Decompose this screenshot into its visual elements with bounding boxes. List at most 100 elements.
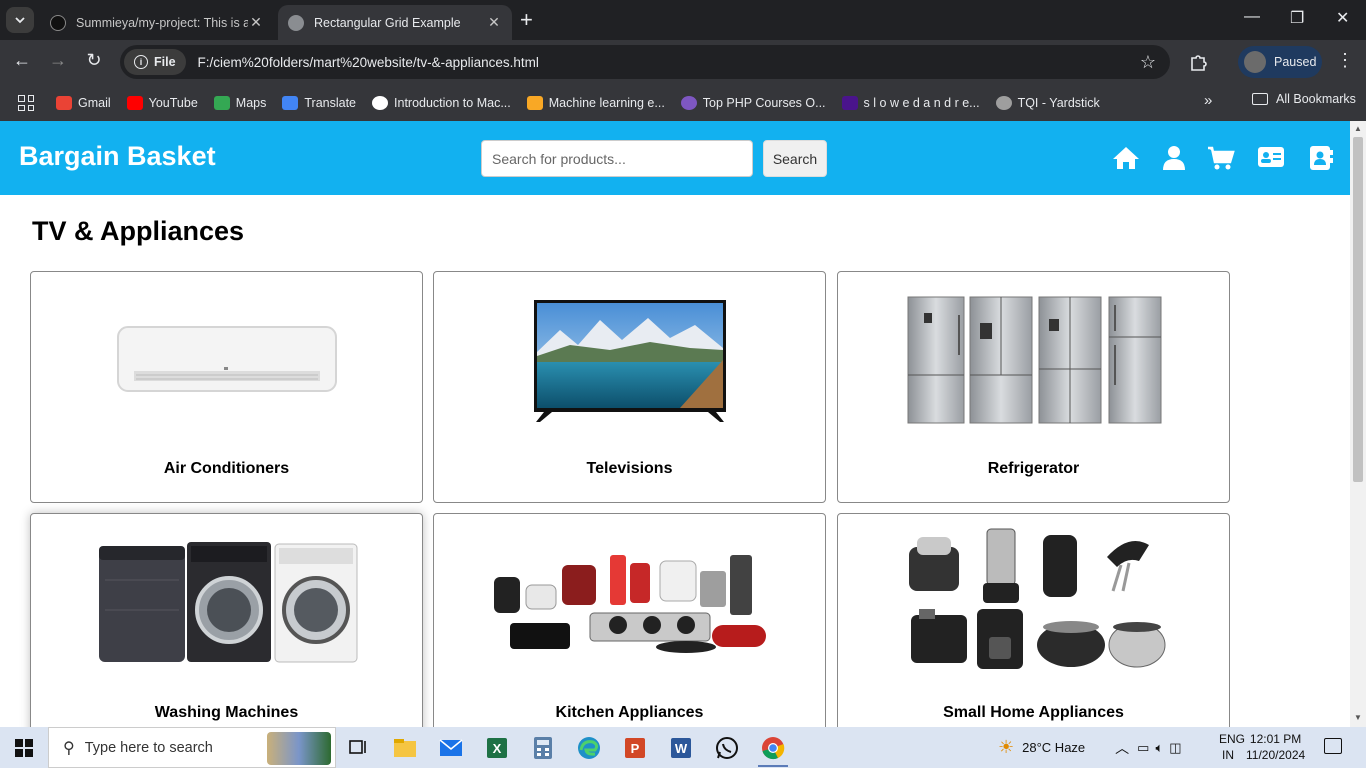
close-tab-icon[interactable]: ✕ <box>486 14 502 31</box>
clock[interactable]: 12:01 PM 11/20/2024 <box>1246 731 1305 763</box>
network-icon[interactable]: ◫ <box>1169 740 1181 756</box>
category-card-televisions[interactable]: Televisions <box>433 271 826 503</box>
extensions-icon[interactable] <box>1188 52 1208 72</box>
bookmark-gmail[interactable]: Gmail <box>56 96 111 110</box>
powerpoint-icon[interactable]: P <box>612 727 658 768</box>
active-app-indicator <box>758 765 788 767</box>
windows-taskbar: ⚲ Type here to search X P W ☀ 28°C Haze … <box>0 727 1366 768</box>
apps-grid-icon[interactable] <box>18 95 34 111</box>
volume-icon[interactable]: 🔈︎ <box>1155 740 1163 756</box>
taskbar-search-box[interactable]: ⚲ Type here to search <box>48 727 336 768</box>
restore-icon[interactable]: ❐ <box>1290 8 1304 28</box>
category-card-refrigerator[interactable]: Refrigerator <box>837 271 1230 503</box>
kitchen-appliances-image <box>434 514 825 689</box>
profile-button[interactable]: Paused <box>1238 46 1322 78</box>
contact-book-icon[interactable] <box>1308 145 1336 171</box>
address-bar[interactable]: i File F:/ciem%20folders/mart%20website/… <box>120 45 1170 79</box>
site-logo[interactable]: Bargain Basket <box>19 141 216 172</box>
page-scrollbar[interactable]: ▲ ▼ <box>1350 121 1366 727</box>
bookmark-translate[interactable]: Translate <box>282 96 356 110</box>
svg-text:W: W <box>675 741 688 756</box>
bookmark-php-courses[interactable]: Top PHP Courses O... <box>680 96 826 110</box>
bookmark-slowed[interactable]: s l o w e d a n d r e... <box>841 96 980 110</box>
chrome-icon[interactable] <box>750 727 796 768</box>
bookmark-label: TQI - Yardstick <box>1017 96 1100 110</box>
avatar <box>1244 51 1266 73</box>
tab-strip: Summieya/my-project: This is a ✕ Rectang… <box>0 0 1366 40</box>
udemy-icon <box>680 96 697 110</box>
bookmark-youtube[interactable]: YouTube <box>126 96 198 110</box>
user-icon[interactable] <box>1161 145 1189 171</box>
back-icon[interactable]: ← <box>10 50 34 71</box>
menu-icon[interactable]: ⋮ <box>1336 50 1354 71</box>
home-icon[interactable] <box>1112 145 1140 171</box>
translate-icon <box>282 96 299 110</box>
close-window-icon[interactable]: ✕ <box>1336 8 1349 28</box>
category-label: Small Home Appliances <box>943 704 1124 721</box>
category-label: Kitchen Appliances <box>555 704 704 721</box>
scroll-down-arrow-icon[interactable]: ▼ <box>1354 713 1362 722</box>
reload-icon[interactable]: ↻ <box>82 50 106 71</box>
bookmark-maps[interactable]: Maps <box>213 96 266 110</box>
web-page: Bargain Basket Search TV & Appliances <box>0 121 1350 727</box>
url-text[interactable]: F:/ciem%20folders/mart%20website/tv-&-ap… <box>198 55 1140 70</box>
weather-text[interactable]: 28°C Haze <box>1022 740 1085 755</box>
close-tab-icon[interactable]: ✕ <box>248 14 264 31</box>
category-card-air-conditioners[interactable]: Air Conditioners <box>30 271 423 503</box>
category-label: Televisions <box>586 460 673 477</box>
all-bookmarks-label: All Bookmarks <box>1276 92 1356 106</box>
id-card-icon[interactable] <box>1257 145 1285 171</box>
search-button[interactable]: Search <box>763 140 827 177</box>
mail-icon[interactable] <box>428 727 474 768</box>
scrollbar-thumb[interactable] <box>1353 137 1363 482</box>
bookmark-label: s l o w e d a n d r e... <box>863 96 980 110</box>
browser-chrome: Summieya/my-project: This is a ✕ Rectang… <box>0 0 1366 121</box>
tab-github[interactable]: Summieya/my-project: This is a ✕ <box>40 5 274 40</box>
category-card-washing-machines[interactable]: Washing Machines <box>30 513 423 727</box>
battery-icon[interactable]: ▭ <box>1137 740 1149 756</box>
file-explorer-icon[interactable] <box>382 727 428 768</box>
notification-icon[interactable] <box>1324 738 1342 754</box>
site-info-chip[interactable]: i File <box>124 49 186 75</box>
bookmark-ml-e[interactable]: Machine learning e... <box>526 96 665 110</box>
air-conditioner-image <box>31 272 422 447</box>
edge-icon[interactable] <box>566 727 612 768</box>
chevron-up-icon[interactable]: ︿ <box>1115 738 1129 758</box>
scroll-up-arrow-icon[interactable]: ▲ <box>1354 124 1362 133</box>
washing-machine-image <box>31 514 422 689</box>
all-bookmarks-button[interactable]: All Bookmarks <box>1252 92 1356 106</box>
search-input[interactable] <box>481 140 753 177</box>
new-tab-button[interactable]: + <box>520 8 533 32</box>
forward-icon[interactable]: → <box>46 50 70 71</box>
category-card-kitchen-appliances[interactable]: Kitchen Appliances <box>433 513 826 727</box>
input-language[interactable]: ENG IN <box>1219 731 1245 763</box>
minimize-icon[interactable]: — <box>1244 8 1260 26</box>
category-card-small-home-appliances[interactable]: Small Home Appliances <box>837 513 1230 727</box>
excel-icon[interactable]: X <box>474 727 520 768</box>
word-icon[interactable]: W <box>658 727 704 768</box>
cart-icon[interactable] <box>1207 145 1235 171</box>
weather-icon[interactable]: ☀ <box>998 737 1014 758</box>
television-image <box>434 272 825 447</box>
task-view-icon[interactable] <box>336 727 382 768</box>
tab-rectangular-grid[interactable]: Rectangular Grid Example ✕ <box>278 5 512 40</box>
tab-search-button[interactable] <box>6 7 34 33</box>
file-chip-label: File <box>154 55 176 69</box>
more-bookmarks-icon[interactable]: » <box>1204 92 1212 109</box>
tab-title: Summieya/my-project: This is a <box>76 15 248 30</box>
bookmark-label: Gmail <box>78 96 111 110</box>
svg-text:X: X <box>493 741 502 756</box>
calculator-icon[interactable] <box>520 727 566 768</box>
bookmark-intro-ml[interactable]: Introduction to Mac... <box>372 96 511 110</box>
start-button[interactable] <box>0 727 48 768</box>
bookmark-tqi[interactable]: TQI - Yardstick <box>995 96 1100 110</box>
refrigerator-image <box>838 272 1229 447</box>
lang-code: ENG <box>1219 732 1246 746</box>
info-icon: i <box>134 55 148 69</box>
search-icon: ⚲ <box>63 739 75 757</box>
bookmark-star-icon[interactable]: ☆ <box>1140 52 1156 73</box>
whatsapp-icon[interactable] <box>704 727 750 768</box>
browser-toolbar: ← → ↻ i File F:/ciem%20folders/mart%20we… <box>0 40 1366 85</box>
category-label: Washing Machines <box>154 704 299 721</box>
globe-icon <box>288 14 304 31</box>
